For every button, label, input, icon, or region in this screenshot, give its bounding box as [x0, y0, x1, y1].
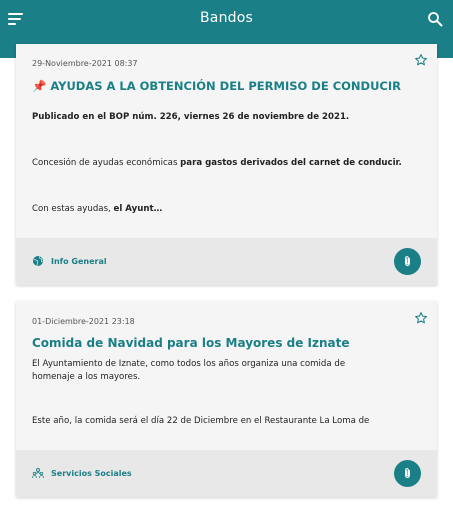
post-title[interactable]: 📌 AYUDAS A LA OBTENCIÓN DEL PERMISO DE CO…: [32, 79, 421, 93]
globe-icon: [33, 256, 44, 267]
category-link[interactable]: Info General: [32, 255, 107, 267]
favorite-star-icon[interactable]: [414, 53, 428, 67]
post-excerpt-line: Publicado en el BOP núm. 226, viernes 26…: [32, 112, 350, 122]
post-excerpt-line: Con estas ayudas, el Ayunt…: [32, 204, 163, 214]
post-excerpt-line: Concesión de ayudas económicas para gast…: [32, 158, 402, 168]
category-label: Info General: [51, 256, 107, 266]
post-card[interactable]: 29-Noviembre-2021 08:37 📌 AYUDAS A LA OBT…: [16, 44, 437, 285]
page-title: Bandos: [199, 10, 253, 26]
post-title[interactable]: Comida de Navidad para los Mayores de Iz…: [32, 336, 421, 350]
category-label: Servicios Sociales: [51, 468, 132, 478]
post-date: 29-Noviembre-2021 08:37: [32, 59, 138, 68]
people-icon: [32, 468, 44, 479]
post-footer: Servicios Sociales: [16, 450, 437, 497]
post-excerpt-line: Este año, la comida será el día 22 de Di…: [32, 416, 370, 426]
paperclip-icon: [405, 468, 410, 479]
post-excerpt-line: El Ayuntamiento de Iznate, como todos lo…: [32, 359, 346, 369]
search-icon[interactable]: [427, 11, 443, 27]
post-date: 01-Diciembre-2021 23:18: [32, 317, 135, 326]
pushpin-icon: 📌: [32, 79, 47, 93]
category-link[interactable]: Servicios Sociales: [32, 467, 132, 479]
favorite-star-icon[interactable]: [414, 311, 428, 325]
post-footer: Info General: [16, 238, 437, 285]
attachment-button[interactable]: [394, 248, 421, 275]
post-excerpt-line: homenaje a los mayores.: [32, 372, 141, 382]
post-card[interactable]: 01-Diciembre-2021 23:18 Comida de Navida…: [16, 301, 437, 497]
attachment-button[interactable]: [394, 460, 421, 487]
paperclip-icon: [405, 256, 410, 267]
